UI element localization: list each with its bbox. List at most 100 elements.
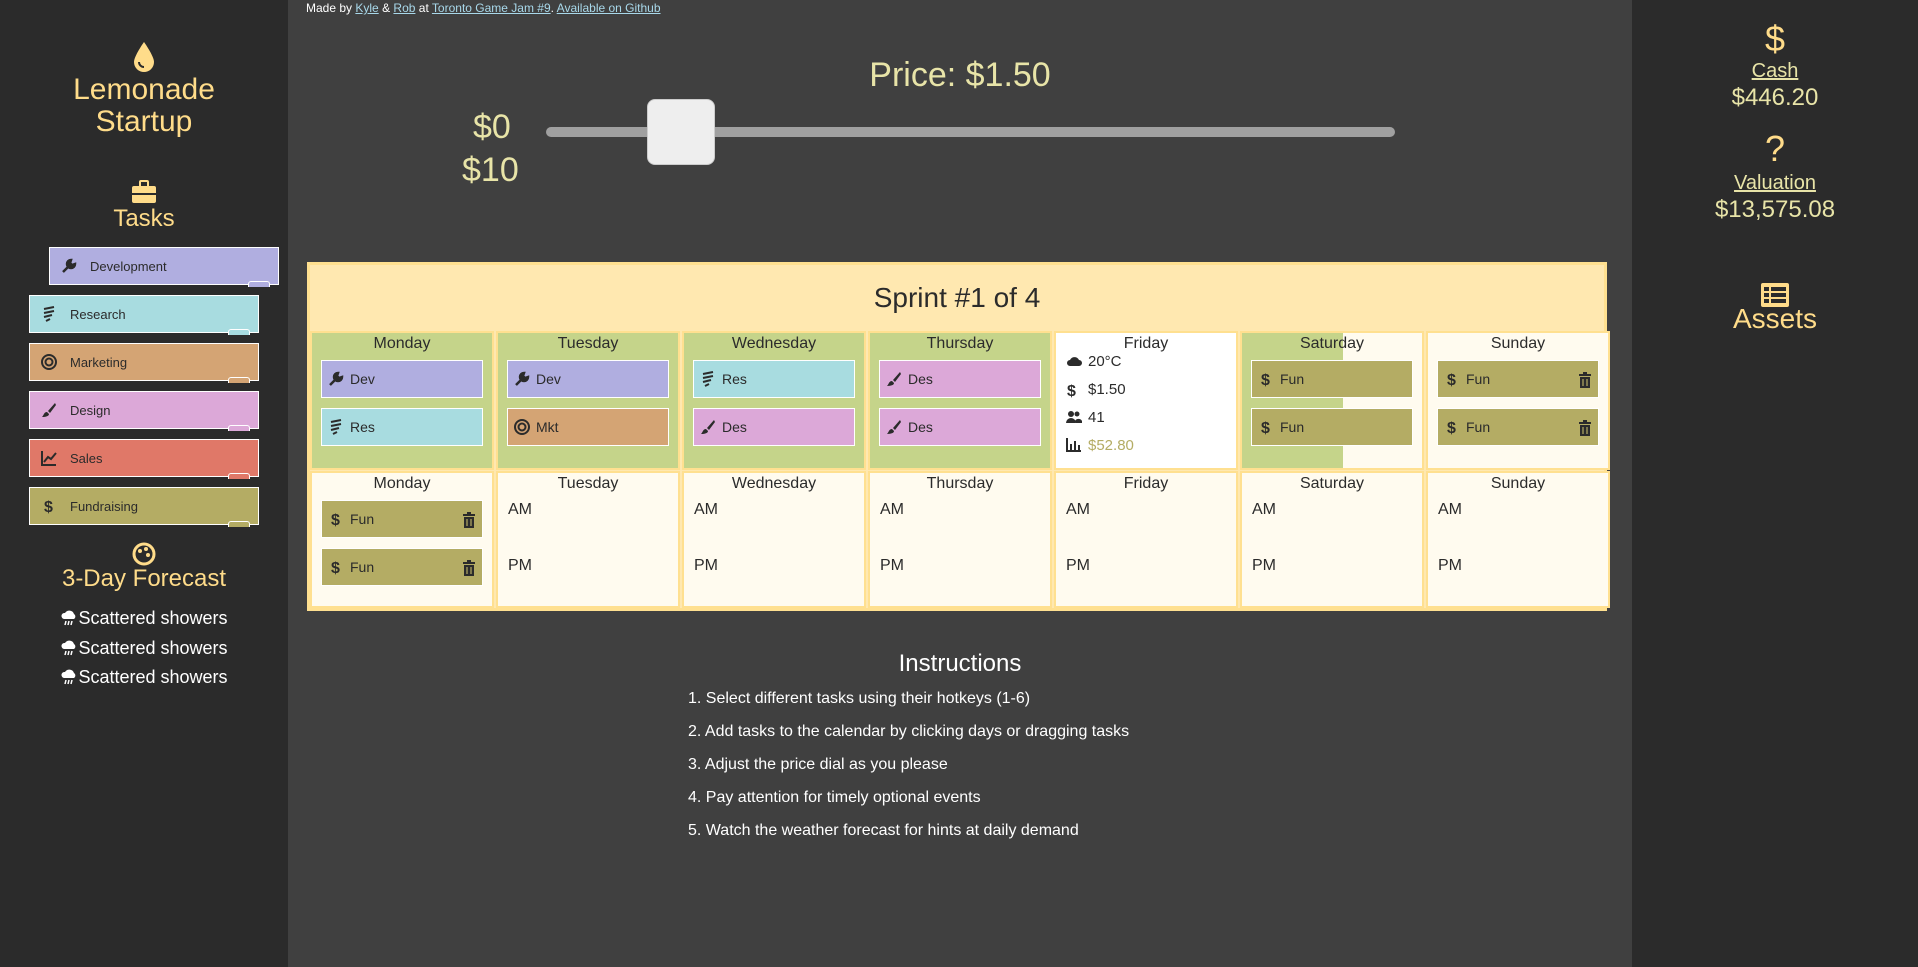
task-development-button[interactable]: Development xyxy=(49,247,279,287)
task-chip-fun[interactable]: $ Fun xyxy=(1437,360,1599,398)
calendar-day[interactable]: Sunday AM PM xyxy=(1426,471,1610,608)
cloud-rain-icon xyxy=(60,669,78,685)
day-name: Thursday xyxy=(926,335,994,352)
target-icon xyxy=(514,419,530,435)
github-link[interactable]: Available on Github xyxy=(557,1,661,15)
trash-icon[interactable] xyxy=(462,560,476,576)
am-slot[interactable]: AM xyxy=(1438,501,1462,519)
svg-text:$: $ xyxy=(1447,420,1456,435)
calendar-day[interactable]: Wednesday AM PM xyxy=(682,471,866,608)
dollar-icon: $ xyxy=(1258,371,1274,387)
pm-slot[interactable]: PM xyxy=(1252,557,1276,575)
calendar-day[interactable]: Thursday AM PM xyxy=(868,471,1052,608)
pm-slot[interactable]: PM xyxy=(1438,557,1462,575)
instruction-item: 4. Pay attention for timely optional eve… xyxy=(688,789,981,806)
dollar-icon: $ xyxy=(1444,371,1460,387)
task-marketing-button[interactable]: Marketing xyxy=(29,343,259,383)
valuation-link[interactable]: Valuation xyxy=(1632,172,1918,195)
chip-label: Fun xyxy=(1466,419,1491,435)
trash-icon[interactable] xyxy=(1578,420,1592,436)
trash-icon[interactable] xyxy=(1578,372,1592,388)
task-chip-res[interactable]: Res xyxy=(321,408,483,446)
credits-period: . xyxy=(550,1,554,15)
flask-icon xyxy=(700,371,716,387)
task-chip-fun[interactable]: $ Fun xyxy=(1251,408,1413,446)
customers-value: 41 xyxy=(1088,409,1105,426)
calendar-day[interactable]: Monday $ Fun $ Fun xyxy=(310,471,494,608)
cash-link[interactable]: Cash xyxy=(1632,60,1918,83)
task-chip-res[interactable]: Res xyxy=(693,360,855,398)
chart-line-icon xyxy=(40,449,58,467)
day-name: Tuesday xyxy=(557,475,619,492)
calendar-day[interactable]: Friday AM PM xyxy=(1054,471,1238,608)
day-name: Sunday xyxy=(1490,335,1546,352)
author-rob-link[interactable]: Rob xyxy=(393,1,415,15)
calendar-day[interactable]: Wednesday Res Des xyxy=(682,331,866,470)
am-slot[interactable]: AM xyxy=(508,501,532,519)
svg-text:$: $ xyxy=(1261,372,1270,387)
calendar-day[interactable]: Saturday AM PM xyxy=(1240,471,1424,608)
calendar-day[interactable]: Tuesday Dev Mkt xyxy=(496,331,680,470)
price-slider-thumb[interactable] xyxy=(647,99,716,165)
bar-chart-icon xyxy=(1066,437,1082,454)
task-chip-des[interactable]: Des xyxy=(693,408,855,446)
task-tab xyxy=(228,329,250,335)
brush-icon xyxy=(700,419,716,435)
task-chip-fun[interactable]: $ Fun xyxy=(1251,360,1413,398)
task-design-button[interactable]: Design xyxy=(29,391,259,431)
am-slot[interactable]: AM xyxy=(880,501,904,519)
assets-button[interactable]: Assets xyxy=(1632,303,1918,335)
task-fundraising-button[interactable]: $ Fundraising xyxy=(29,487,259,527)
forecast-day-3: Scattered showers xyxy=(0,667,288,688)
calendar-day[interactable]: Saturday $ Fun $ Fun xyxy=(1240,331,1424,470)
am-slot[interactable]: AM xyxy=(1252,501,1276,519)
forecast-day-3-text: Scattered showers xyxy=(78,667,228,687)
temperature-value: 20°C xyxy=(1088,353,1122,370)
author-kyle-link[interactable]: Kyle xyxy=(355,1,378,15)
day-name: Sunday xyxy=(1490,475,1546,492)
target-icon xyxy=(40,353,58,371)
day-name: Wednesday xyxy=(731,335,817,352)
pm-slot[interactable]: PM xyxy=(880,557,904,575)
left-sidebar: Lemonade Startup Tasks Development Resea… xyxy=(0,0,288,967)
task-chip-des[interactable]: Des xyxy=(879,360,1041,398)
task-chip-fun[interactable]: $ Fun xyxy=(321,548,483,586)
calendar-day[interactable]: Thursday Des Des xyxy=(868,331,1052,470)
calendar-day[interactable]: Tuesday AM PM xyxy=(496,471,680,608)
task-chip-des[interactable]: Des xyxy=(879,408,1041,446)
day-name: Saturday xyxy=(1299,475,1365,492)
main-panel: Made by Kyle & Rob at Toronto Game Jam #… xyxy=(288,0,1632,967)
price-label: Price: $1.50 xyxy=(869,56,1051,94)
task-sales-button[interactable]: Sales xyxy=(29,439,259,479)
task-research-label: Research xyxy=(70,306,126,322)
chip-label: Fun xyxy=(1280,371,1305,387)
price-value: $1.50 xyxy=(1088,381,1126,398)
task-tab xyxy=(228,473,250,479)
pm-slot[interactable]: PM xyxy=(508,557,532,575)
calendar-day[interactable]: Monday Dev Res xyxy=(310,331,494,470)
calendar-day[interactable]: Sunday $ Fun $ Fun xyxy=(1426,331,1610,470)
calendar-day-today[interactable]: Friday 20°C $ $1.50 41 $52.80 xyxy=(1054,331,1238,470)
game-jam-link[interactable]: Toronto Game Jam #9 xyxy=(432,1,551,15)
task-chip-dev[interactable]: Dev xyxy=(321,360,483,398)
pm-slot[interactable]: PM xyxy=(694,557,718,575)
day-name: Monday xyxy=(373,335,431,352)
task-chip-mkt[interactable]: Mkt xyxy=(507,408,669,446)
am-slot[interactable]: AM xyxy=(1066,501,1090,519)
svg-text:$: $ xyxy=(331,512,340,527)
wrench-icon xyxy=(514,371,530,387)
dollar-icon: $ xyxy=(328,559,344,575)
task-chip-dev[interactable]: Dev xyxy=(507,360,669,398)
task-chip-fun[interactable]: $ Fun xyxy=(1437,408,1599,446)
trash-icon[interactable] xyxy=(462,512,476,528)
flask-icon xyxy=(40,305,58,323)
task-chip-fun[interactable]: $ Fun xyxy=(321,500,483,538)
forecast-day-1: Scattered showers xyxy=(0,608,288,629)
price-stat: $ $1.50 xyxy=(1066,381,1126,398)
pm-slot[interactable]: PM xyxy=(1066,557,1090,575)
task-research-button[interactable]: Research xyxy=(29,295,259,335)
am-slot[interactable]: AM xyxy=(694,501,718,519)
chip-label: Fun xyxy=(1466,371,1491,387)
dollar-icon: $ xyxy=(1066,382,1082,398)
question-icon: ? xyxy=(1764,128,1786,169)
